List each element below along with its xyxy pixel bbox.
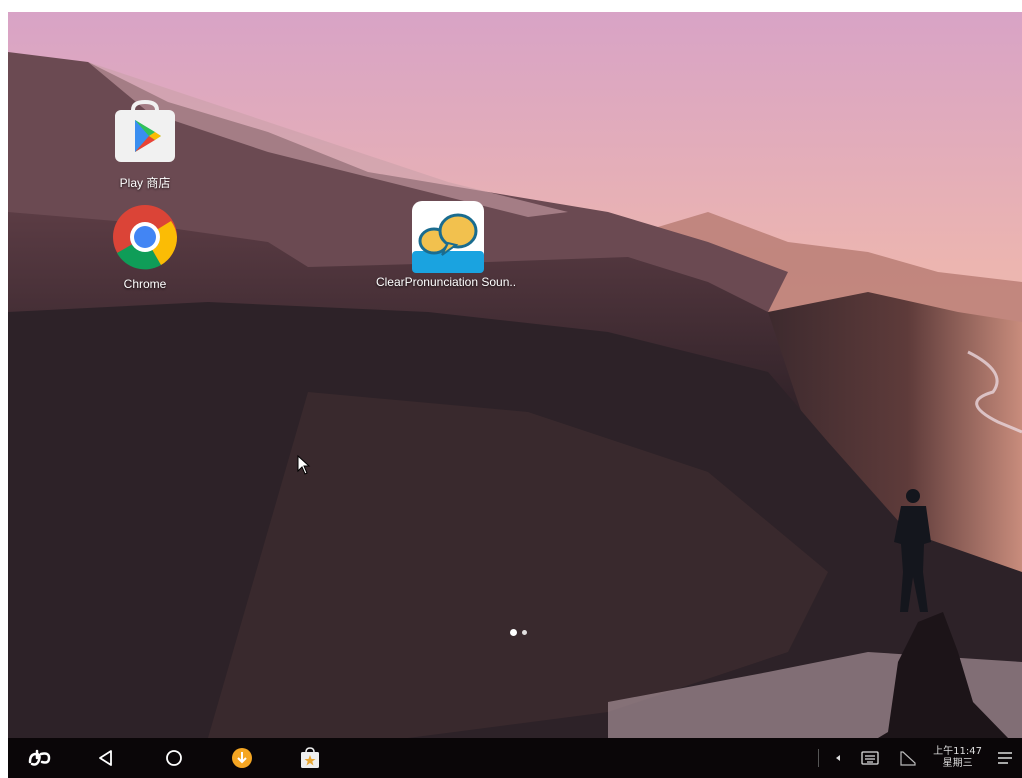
tray-divider bbox=[818, 749, 820, 767]
phoenix-logo-icon[interactable] bbox=[8, 738, 72, 778]
page-dot bbox=[522, 630, 527, 635]
keyboard-icon[interactable] bbox=[851, 738, 889, 778]
clock-time: 上午11:47 bbox=[933, 746, 982, 757]
play-store-icon bbox=[111, 99, 179, 168]
android-desktop: Play 商店 Chrome ClearPronunciation Soun..… bbox=[0, 0, 1022, 778]
app-label-play-store: Play 商店 bbox=[119, 176, 171, 190]
app-chrome[interactable]: Chrome bbox=[70, 203, 220, 291]
menu-icon[interactable] bbox=[988, 738, 1022, 778]
app-clearpronunciation[interactable]: ClearPronunciation Soun.. bbox=[371, 201, 521, 289]
home-icon[interactable] bbox=[140, 738, 208, 778]
clock[interactable]: 上午11:47 星期三 bbox=[927, 746, 988, 770]
page-indicator bbox=[510, 629, 527, 636]
app-label-clearpronunciation: ClearPronunciation Soun.. bbox=[375, 275, 517, 289]
page-dot-current bbox=[510, 629, 517, 636]
app-play-store[interactable]: Play 商店 bbox=[70, 99, 220, 191]
clock-day: 星期三 bbox=[942, 758, 973, 769]
back-icon[interactable] bbox=[72, 738, 140, 778]
store-bag-icon[interactable] bbox=[276, 738, 344, 778]
download-icon[interactable] bbox=[208, 738, 276, 778]
system-tray: 上午11:47 星期三 bbox=[812, 738, 1022, 778]
mouse-cursor-icon bbox=[297, 454, 311, 479]
signal-icon[interactable] bbox=[889, 738, 927, 778]
taskbar: 上午11:47 星期三 bbox=[8, 738, 1022, 778]
speech-bubbles-icon bbox=[412, 201, 484, 273]
chrome-icon bbox=[111, 203, 179, 271]
app-label-chrome: Chrome bbox=[123, 277, 167, 291]
arrow-left-icon[interactable] bbox=[825, 738, 851, 778]
